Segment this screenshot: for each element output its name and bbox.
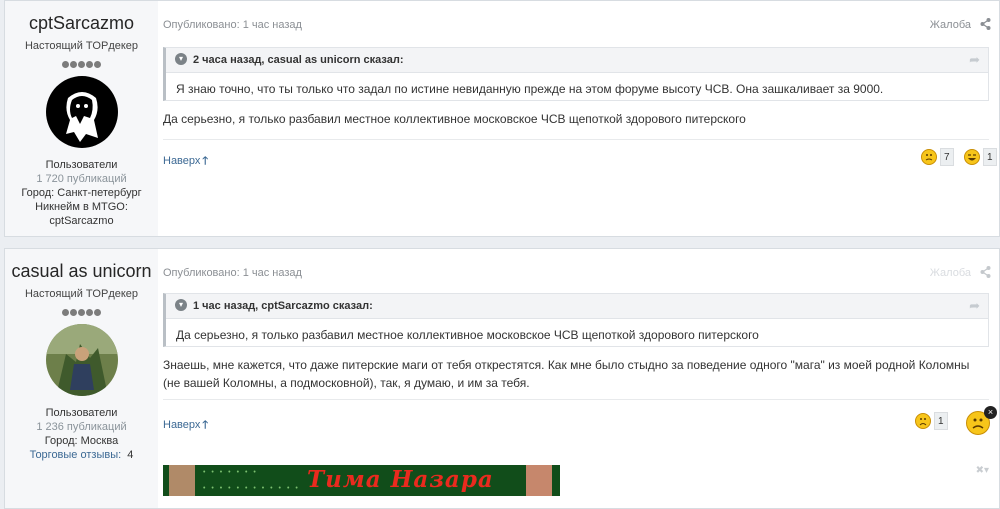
post-content: Опубликовано: 1 час назад Жалоба ▾ 2 час… [163,1,999,236]
trade-reviews-value: 4 [127,449,134,461]
quote-text: Я знаю точно, что ты только что задал по… [176,82,884,96]
reaction-laughing[interactable]: 1 [964,148,997,166]
divider [163,399,989,400]
rank-pip [62,309,69,316]
author-group: Пользователи [45,407,118,419]
author-panel: casual as unicorn Настоящий TOPдекер Пол… [5,249,158,508]
quote-icon: ▾ [175,53,187,65]
banner-face-left [169,465,195,496]
rank-pip [70,309,77,316]
rank-pip [78,309,85,316]
back-to-top-link[interactable]: Наверх 🡑 [163,152,208,171]
rank-pip [78,61,85,68]
author-group: Пользователи [45,159,118,171]
rank-pips [5,304,158,316]
quote-icon: ▾ [175,299,187,311]
banner-decoration: • • • • • • • • • • • • [203,485,300,492]
back-to-top-label: Наверх [163,419,201,431]
report-link[interactable]: Жалоба [930,19,971,31]
author-meta: Пользователи 1 720 публикаций Город: Сан… [5,158,158,228]
quote-citation[interactable]: 2 часа назад, casual as unicorn сказал: [193,54,403,66]
divider [163,139,989,140]
avatar[interactable] [45,324,118,396]
rank-pip [70,61,77,68]
trade-reviews-link[interactable]: Торговые отзывы: [30,449,122,461]
arrow-up-icon: 🡑 [202,419,209,431]
post-timestamp[interactable]: Опубликовано: 1 час назад [163,19,302,31]
post-casual-as-unicorn: casual as unicorn Настоящий TOPдекер Пол… [4,248,1000,509]
signature-hide-icon[interactable]: ✖▾ [976,465,989,476]
author-mtgo-value: cptSarcazmo [49,215,114,227]
author-mtgo-label: Никнейм в MTGO: [35,201,128,213]
banner-face-right [526,465,552,496]
quote-text: Да серьезно, я только разбавил местное к… [176,328,759,342]
rank-pip [62,61,69,68]
banner-decoration: • • • • • • • [203,469,258,476]
author-trade-reviews: Торговые отзывы: 4 [5,448,158,462]
share-icon[interactable] [980,18,991,33]
share-icon[interactable] [980,266,991,281]
author-name[interactable]: casual as unicorn [5,261,158,282]
quote-block: ▾ 2 часа назад, casual as unicorn сказал… [163,47,989,101]
post-body: Знаешь, мне кажется, что даже питерские … [163,358,970,390]
author-panel: cptSarcazmo Настоящий TOPдекер Пользоват… [5,1,158,236]
rank-pips [5,56,158,68]
report-link[interactable]: Жалоба [930,267,971,279]
quote-block: ▾ 1 час назад, cptSarcazmo сказал: ➦ Да … [163,293,989,347]
author-city: Город: Санкт-петербург [21,187,142,199]
avatar[interactable] [45,76,118,148]
rank-pip [86,309,93,316]
author-post-count[interactable]: 1 236 публикаций [5,420,158,434]
quote-header: ▾ 2 часа назад, casual as unicorn сказал… [166,48,988,73]
sad-emoji-icon [915,413,931,429]
post-content: Опубликовано: 1 час назад Жалоба ▾ 1 час… [163,249,999,508]
reaction-confused[interactable]: 7 [921,148,954,166]
post-cptsarcazmo: cptSarcazmo Настоящий TOPдекер Пользоват… [4,0,1000,237]
author-meta: Пользователи 1 236 публикаций Город: Мос… [5,406,158,462]
author-post-count[interactable]: 1 720 публикаций [5,172,158,186]
author-rank: Настоящий TOPдекер [24,40,139,52]
post-body: Да серьезно, я только разбавил местное к… [163,112,746,126]
quote-arrow-icon[interactable]: ➦ [969,52,980,68]
author-rank: Настоящий TOPдекер [24,288,139,300]
reaction-count: 1 [934,412,948,430]
reaction-count: 1 [983,148,997,166]
banner-text: Тима Назара [307,466,494,493]
arrow-up-icon: 🡑 [202,155,209,167]
laughing-emoji-icon [964,149,980,165]
rank-pip [94,309,101,316]
reaction-count: 7 [940,148,954,166]
back-to-top-label: Наверх [163,155,201,167]
quote-citation[interactable]: 1 час назад, cptSarcazmo сказал: [193,300,373,312]
post-timestamp[interactable]: Опубликовано: 1 час назад [163,267,302,279]
author-name[interactable]: cptSarcazmo [5,13,158,34]
rank-pip [94,61,101,68]
author-city: Город: Москва [44,435,119,447]
rank-pip [86,61,93,68]
quote-header: ▾ 1 час назад, cptSarcazmo сказал: ➦ [166,294,988,319]
confused-emoji-icon [921,149,937,165]
quote-arrow-icon[interactable]: ➦ [969,298,980,314]
signature-banner: • • • • • • • Тима Назара • • • • • • • … [163,465,560,496]
reaction-sad[interactable]: 1 [915,412,948,430]
back-to-top-link[interactable]: Наверх 🡑 [163,416,208,435]
close-icon[interactable]: × [984,406,997,419]
